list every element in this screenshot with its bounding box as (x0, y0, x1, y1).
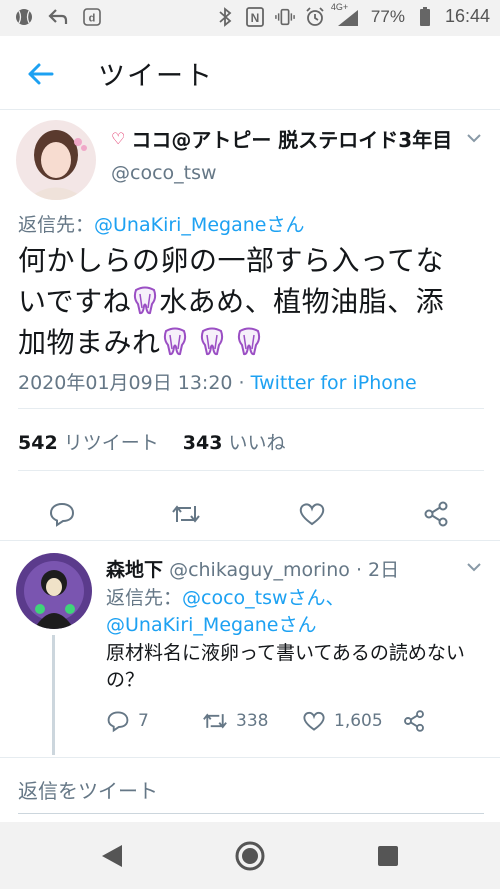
reply-time: · 2日 (355, 559, 400, 581)
network-type-label: 4G+ (330, 1, 349, 12)
reply-count: 7 (138, 711, 149, 731)
share-icon (424, 501, 448, 527)
meta-separator: · (232, 372, 251, 394)
alarm-icon (305, 6, 325, 27)
tweet-menu-button[interactable] (464, 128, 484, 148)
tweet-text-segment: いですね (18, 285, 132, 318)
nfc-icon: N (245, 6, 265, 27)
chevron-down-icon (467, 563, 481, 572)
retweet-icon (203, 713, 227, 729)
divider (18, 408, 484, 409)
tweet-text-line: 加物まみれ (18, 322, 488, 363)
status-bar: d N 4G+ 77% 16:44 (0, 0, 500, 36)
tweet-stats: 542 リツイート 343 いいね (18, 428, 286, 455)
reply-icon (107, 711, 129, 733)
tooth-emoji-icon (163, 327, 186, 356)
heart-icon (299, 503, 325, 526)
battery-icon (415, 6, 435, 27)
tweet-text-segment: 水あめ、植物油脂、添 (159, 285, 445, 318)
divider (0, 757, 500, 758)
back-button[interactable] (20, 54, 60, 94)
reply-mention-link[interactable]: @UnaKiri_Meganeさん (94, 214, 304, 236)
tooth-emoji-icon (238, 327, 261, 356)
retweet-icon (172, 505, 200, 523)
tweet-text-segment: 加物まみれ (18, 326, 161, 359)
reply-author-handle[interactable]: @chikaguy_morino (169, 559, 350, 581)
reply-text: 原材料名に液卵って書いてあるの読めないの？ (106, 642, 465, 691)
heart-icon (303, 711, 325, 731)
reply-to-line: 返信先：@UnaKiri_Meganeさん (18, 210, 304, 237)
tooth-emoji-icon (200, 327, 224, 356)
like-count: 343 (182, 432, 223, 454)
tweet-text-line: 何かしらの卵の一部すら入ってな (18, 244, 445, 277)
timestamp[interactable]: 2020年01月09日 13:20 (18, 372, 233, 394)
author-name[interactable]: ♡ ココ@アトピー 脱ステロイド3年目 (111, 124, 452, 153)
reply-composer-input[interactable]: 返信をツイート (18, 775, 484, 804)
retweet-stat[interactable]: 542 リツイート (18, 432, 159, 454)
reply-mention-link[interactable]: @UnaKiri_Meganeさん (106, 614, 316, 636)
svg-text:d: d (89, 13, 96, 25)
share-icon (404, 710, 424, 732)
author-handle[interactable]: @coco_tsw (111, 162, 217, 184)
reply-retweet-count: 338 (236, 711, 269, 731)
heart-emoji-icon: ♡ (111, 129, 126, 148)
reply-to-line: 返信先：@coco_tswさん、 @UnaKiri_Meganeさん (106, 585, 345, 639)
tweet-meta: 2020年01月09日 13:20 · Twitter for iPhone (18, 368, 417, 395)
clock: 16:44 (444, 6, 490, 26)
signal-icon: 4G+ (331, 2, 361, 27)
avatar[interactable] (16, 120, 96, 200)
tweet-text-line: いですね 水あめ、植物油脂、添 (18, 281, 488, 322)
tweet-text: 何かしらの卵の一部すら入ってな いですね 水あめ、植物油脂、添 加物まみれ (18, 240, 488, 363)
reply-header: 森地下 @chikaguy_morino · 2日 (106, 555, 399, 582)
back-arrow-notification-icon (48, 7, 68, 27)
reply-prefix: 返信先： (106, 587, 183, 609)
reply-retweet-button[interactable]: 338 (202, 709, 268, 733)
divider (0, 540, 500, 541)
source-link[interactable]: Twitter for iPhone (251, 372, 417, 394)
nav-back-button[interactable] (92, 836, 132, 876)
triangle-back-icon (102, 845, 122, 867)
reply-actions: 7 338 1,605 (106, 709, 486, 739)
retweet-stat-label: リツイート (63, 432, 159, 454)
arrow-left-icon (28, 63, 54, 85)
reply-icon (49, 502, 75, 527)
like-stat-label: いいね (228, 432, 286, 454)
reply-mention-link[interactable]: @coco_tswさん、 (182, 587, 345, 609)
like-stat[interactable]: 343 いいね (183, 432, 286, 454)
reply-author-name[interactable]: 森地下 (106, 559, 163, 581)
reply-menu-button[interactable] (464, 557, 484, 577)
reply-prefix: 返信先： (18, 214, 95, 236)
retweet-button[interactable] (166, 494, 206, 534)
avatar[interactable] (16, 553, 92, 629)
reply-reply-button[interactable]: 7 (106, 709, 149, 733)
system-nav-bar (0, 822, 500, 889)
reply-like-count: 1,605 (334, 711, 383, 731)
tooth-emoji-icon (134, 286, 157, 315)
composer-underline (18, 813, 484, 814)
like-button[interactable] (292, 494, 332, 534)
circle-home-icon (235, 841, 265, 871)
svg-text:N: N (251, 11, 260, 25)
vibrate-icon (275, 7, 295, 27)
bluetooth-icon (215, 6, 235, 27)
battery-percent: 77% (370, 6, 405, 26)
share-button[interactable] (416, 494, 456, 534)
retweet-count: 542 (18, 432, 58, 454)
baseball-icon (14, 7, 34, 27)
d-app-icon: d (82, 7, 102, 27)
app-bar: ツイート (0, 36, 500, 110)
chevron-down-icon (467, 134, 481, 143)
nav-recents-button[interactable] (368, 836, 408, 876)
page-title: ツイート (98, 61, 214, 92)
divider (18, 470, 484, 471)
tweet-actions (0, 486, 500, 542)
square-recents-icon (378, 846, 398, 866)
author-name-text: ココ@アトピー 脱ステロイド3年目 (131, 128, 453, 152)
nav-home-button[interactable] (230, 836, 270, 876)
reply-button[interactable] (42, 494, 82, 534)
reply-share-button[interactable] (402, 709, 426, 733)
reply-like-button[interactable]: 1,605 (302, 709, 383, 733)
thread-line (52, 635, 55, 755)
